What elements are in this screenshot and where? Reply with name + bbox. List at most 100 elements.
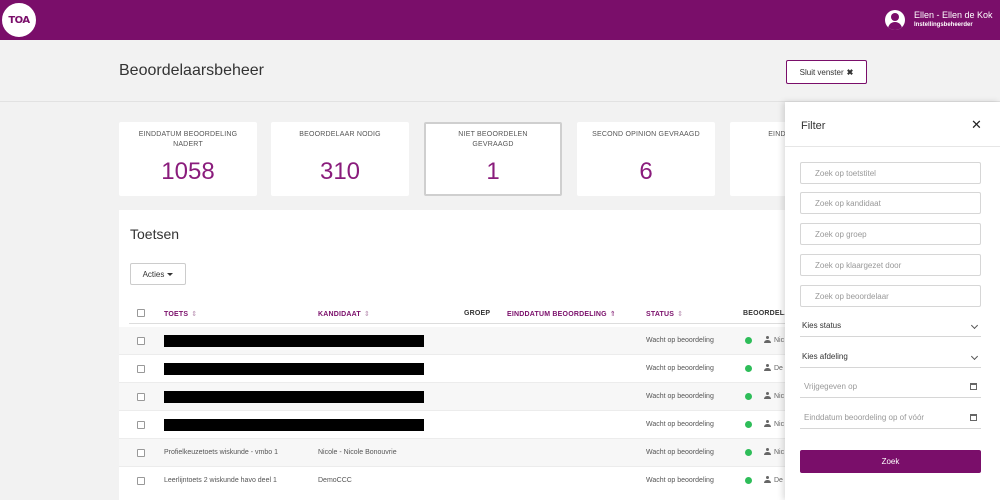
column-header-toets[interactable]: TOETS ⇕ [164, 310, 197, 318]
column-header-label: EINDDATUM BEOORDELING [507, 311, 607, 318]
beoordelaar-search-input[interactable] [800, 285, 981, 307]
table-row[interactable]: Leerlijntoets 2 wiskunde havo deel 1 Dem… [119, 467, 819, 495]
row-checkbox[interactable] [137, 421, 145, 429]
row-status: Wacht op beoordeling [646, 449, 714, 456]
person-icon [764, 364, 771, 372]
redacted-block [164, 391, 424, 403]
toetsen-title: Toetsen [130, 226, 180, 242]
row-toets[interactable]: Leerlijntoets 2 wiskunde havo deel 1 [164, 477, 277, 484]
row-beoordelaar[interactable]: De [774, 477, 783, 484]
stat-card-beoordelaar-nodig[interactable]: Beoordelaar nodig 310 [271, 122, 409, 196]
calendar-icon [970, 383, 977, 390]
stat-card-label: Niet beoordelen gevraagd [458, 131, 528, 148]
column-header-beoordelaar: BEOORDEL... [743, 310, 791, 317]
kandidaat-search-input[interactable] [800, 192, 981, 214]
row-beoordelaar[interactable]: Nic [774, 393, 784, 400]
close-window-label: Sluit venster [799, 67, 844, 77]
row-checkbox[interactable] [137, 477, 145, 485]
person-icon [764, 392, 771, 400]
caret-down-icon [167, 272, 174, 276]
einddatum-placeholder: Einddatum beoordeling op of vóór [804, 413, 925, 422]
close-icon[interactable]: ✕ [971, 118, 982, 133]
klaargezet-door-search-input[interactable] [800, 254, 981, 276]
top-bar: TOA Ellen - Ellen de Kok Instellingsbehe… [0, 0, 1000, 40]
row-kandidaat: DemoCCC [318, 477, 352, 484]
status-dot-icon [745, 449, 752, 456]
calendar-icon [970, 414, 977, 421]
row-kandidaat: Nicole - Nicole Bonouvrie [318, 449, 397, 456]
row-beoordelaar[interactable]: Nic [774, 337, 784, 344]
table-row[interactable]: Profielkeuzetoets wiskunde - vmbo 1 Nico… [119, 439, 819, 467]
stat-card-value: 1058 [161, 158, 215, 185]
status-dot-icon [745, 337, 752, 344]
chevron-down-icon [970, 321, 979, 330]
vrijgegeven-op-placeholder: Vrijgegeven op [804, 382, 858, 391]
redacted-block [164, 335, 424, 347]
row-status: Wacht op beoordeling [646, 337, 714, 344]
status-dot-icon [745, 421, 752, 428]
column-header-label: KANDIDAAT [318, 311, 361, 318]
toa-logo[interactable]: TOA [2, 3, 36, 37]
status-dot-icon [745, 365, 752, 372]
stat-card-second-opinion[interactable]: Second opinion gevraagd 6 [577, 122, 715, 196]
column-header-status[interactable]: STATUS ⇕ [646, 310, 683, 318]
column-header-groep: GROEP [464, 310, 490, 317]
person-icon [764, 336, 771, 344]
zoek-button[interactable]: Zoek [800, 450, 981, 473]
person-icon [764, 448, 771, 456]
column-header-label: BEOORDEL... [743, 310, 791, 317]
column-header-label: STATUS [646, 311, 675, 318]
table-row[interactable]: Wacht op beoordeling Nic [119, 411, 819, 439]
user-avatar-icon[interactable] [885, 10, 905, 30]
user-name[interactable]: Ellen - Ellen de Kok [914, 10, 993, 20]
person-icon [764, 476, 771, 484]
stat-card-label: Einddatum beoordeling nadert [138, 131, 238, 148]
filter-panel: Filter ✕ Kies status Kies afdeling Vrijg… [785, 102, 1000, 500]
table-row[interactable]: Wacht op beoordeling De [119, 355, 819, 383]
vrijgegeven-op-date-input[interactable]: Vrijgegeven op [800, 376, 981, 398]
chevron-down-icon [970, 352, 979, 361]
column-header-kandidaat[interactable]: KANDIDAAT ⇕ [318, 310, 370, 318]
einddatum-date-input[interactable]: Einddatum beoordeling op of vóór [800, 407, 981, 429]
row-status: Wacht op beoordeling [646, 477, 714, 484]
afdeling-select[interactable]: Kies afdeling [800, 346, 981, 368]
row-status: Wacht op beoordeling [646, 393, 714, 400]
status-select-value: Kies status [802, 321, 842, 330]
stat-card-value: 6 [639, 158, 653, 185]
stat-card-label: Beoordelaar nodig [299, 131, 381, 138]
user-role: Instellingsbeheerder [914, 22, 973, 28]
table-row[interactable]: Wacht op beoordeling Nic [119, 383, 819, 411]
row-checkbox[interactable] [137, 449, 145, 457]
stat-card-value: 310 [319, 158, 361, 185]
column-header-label: TOETS [164, 311, 189, 318]
stat-card-einddatum-nadert[interactable]: Einddatum beoordeling nadert 1058 [119, 122, 257, 196]
column-header-einddatum[interactable]: EINDDATUM BEOORDELING ⇑ [507, 310, 616, 318]
row-beoordelaar[interactable]: De [774, 365, 783, 372]
person-icon [764, 420, 771, 428]
redacted-block [164, 419, 424, 431]
acties-label: Acties [142, 269, 165, 279]
stat-card-niet-beoordelen[interactable]: Niet beoordelen gevraagd 1 [424, 122, 562, 196]
status-select[interactable]: Kies status [800, 315, 981, 337]
table-row[interactable]: Wacht op beoordeling Nic [119, 327, 819, 355]
sort-icon: ⇕ [191, 311, 198, 318]
acties-dropdown-button[interactable]: Acties [130, 263, 186, 285]
row-beoordelaar[interactable]: Nic [774, 421, 784, 428]
sort-asc-icon: ⇑ [609, 311, 616, 318]
close-window-button[interactable]: Sluit venster ✖ [786, 60, 867, 84]
groep-search-input[interactable] [800, 223, 981, 245]
row-status: Wacht op beoordeling [646, 421, 714, 428]
status-dot-icon [745, 477, 752, 484]
row-checkbox[interactable] [137, 393, 145, 401]
row-checkbox[interactable] [137, 337, 145, 345]
row-toets[interactable]: Profielkeuzetoets wiskunde - vmbo 1 [164, 449, 278, 456]
select-all-checkbox[interactable] [137, 309, 145, 317]
logo-text: TOA [8, 14, 30, 26]
row-checkbox[interactable] [137, 365, 145, 373]
filter-title: Filter [801, 120, 826, 132]
row-beoordelaar[interactable]: Nic [774, 449, 784, 456]
sort-icon: ⇕ [677, 311, 684, 318]
toetstitel-search-input[interactable] [800, 162, 981, 184]
table-header-divider [129, 323, 819, 324]
status-dot-icon [745, 393, 752, 400]
